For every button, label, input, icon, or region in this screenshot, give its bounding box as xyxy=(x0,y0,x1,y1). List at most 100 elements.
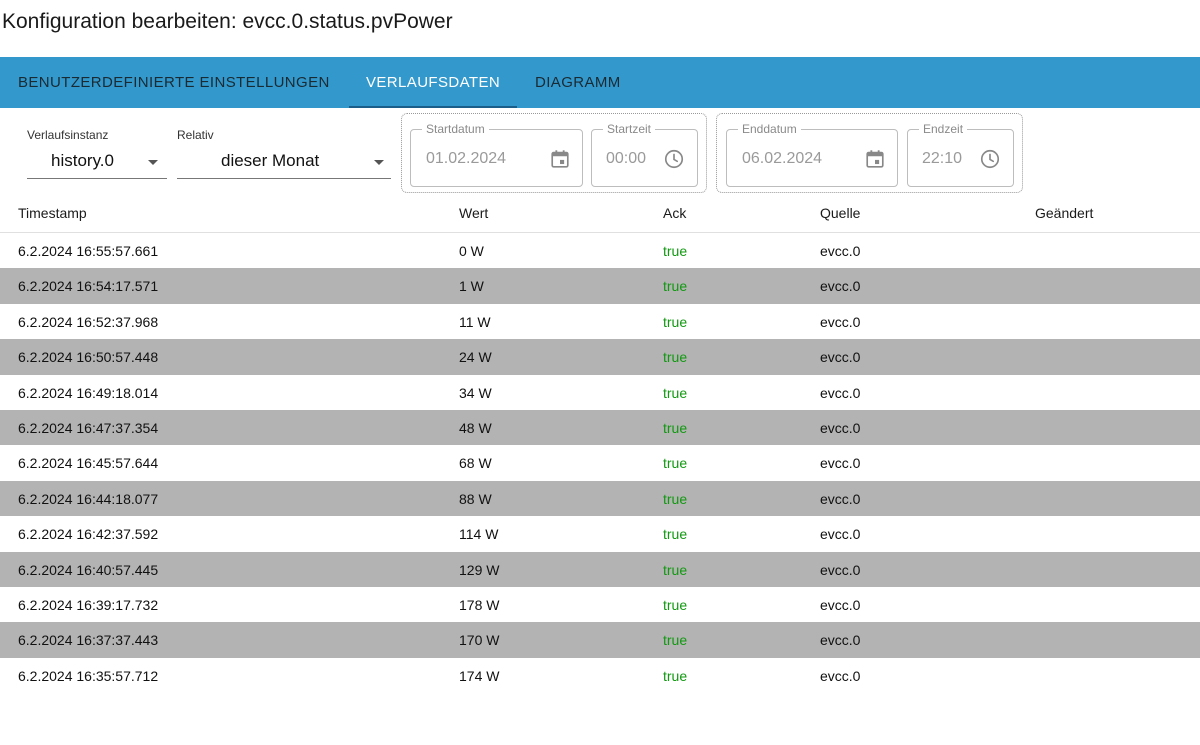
end-date-field[interactable]: Enddatum 06.02.2024 xyxy=(726,122,898,187)
cell-source: evcc.0 xyxy=(820,243,861,259)
cell-value: 11 W xyxy=(459,313,491,330)
end-range-group: Enddatum 06.02.2024 Endzeit 22:10 xyxy=(716,113,1023,193)
dropdown-arrow-icon xyxy=(148,160,158,165)
instance-select-label: Verlaufsinstanz xyxy=(27,128,109,142)
cell-timestamp: 6.2.2024 16:42:37.592 xyxy=(18,526,159,543)
cell-value: 129 W xyxy=(459,561,500,578)
start-range-group: Startdatum 01.02.2024 Startzeit 00:00 xyxy=(401,113,707,193)
cell-timestamp: 6.2.2024 16:52:37.968 xyxy=(18,313,159,330)
calendar-icon[interactable] xyxy=(864,148,886,170)
cell-value: 1 W xyxy=(459,278,484,295)
table-row[interactable]: 6.2.2024 16:54:17.571 1 W true evcc.0 xyxy=(0,268,1200,304)
table-row[interactable]: 6.2.2024 16:45:57.644 68 W true evcc.0 xyxy=(0,445,1200,480)
cell-ack: true xyxy=(663,490,688,507)
end-date-label: Enddatum xyxy=(738,122,801,136)
cell-timestamp: 6.2.2024 16:49:18.014 xyxy=(18,384,159,401)
cell-value: 68 W xyxy=(459,455,492,472)
cell-source: evcc.0 xyxy=(820,596,861,613)
dropdown-arrow-icon xyxy=(374,160,384,165)
relative-select-label: Relativ xyxy=(177,128,214,142)
cell-source: evcc.0 xyxy=(820,455,861,472)
table-row[interactable]: 6.2.2024 16:42:37.592 114 W true evcc.0 xyxy=(0,516,1200,551)
cell-value: 24 W xyxy=(459,349,492,366)
cell-ack: true xyxy=(663,278,688,295)
cell-ack: true xyxy=(663,667,688,684)
instance-select-underline xyxy=(27,178,167,179)
column-header-source[interactable]: Quelle xyxy=(820,205,860,221)
cell-timestamp: 6.2.2024 16:35:57.712 xyxy=(18,667,159,684)
cell-timestamp: 6.2.2024 16:44:18.077 xyxy=(18,490,159,507)
cell-timestamp: 6.2.2024 16:47:37.354 xyxy=(18,419,159,436)
dialog-title: Konfiguration bearbeiten: evcc.0.status.… xyxy=(2,10,453,33)
cell-source: evcc.0 xyxy=(820,419,861,436)
end-date-value: 06.02.2024 xyxy=(742,150,823,167)
start-time-value: 00:00 xyxy=(606,150,646,167)
instance-select[interactable]: Verlaufsinstanz history.0 xyxy=(27,126,167,180)
table-row[interactable]: 6.2.2024 16:44:18.077 88 W true evcc.0 xyxy=(0,480,1200,517)
cell-source: evcc.0 xyxy=(820,667,861,684)
cell-value: 88 W xyxy=(459,490,492,507)
table-header: Timestamp Wert Ack Quelle Geändert xyxy=(0,194,1200,233)
tab-history-data[interactable]: VERLAUFSDATEN xyxy=(348,57,518,108)
end-time-label: Endzeit xyxy=(919,122,968,136)
table-row[interactable]: 6.2.2024 16:39:17.732 178 W true evcc.0 xyxy=(0,587,1200,622)
tab-custom-settings[interactable]: BENUTZERDEFINIERTE EINSTELLUNGEN xyxy=(18,57,330,108)
cell-timestamp: 6.2.2024 16:37:37.443 xyxy=(18,632,159,649)
table-row[interactable]: 6.2.2024 16:49:18.014 34 W true evcc.0 xyxy=(0,375,1200,410)
cell-ack: true xyxy=(663,419,688,436)
start-date-field[interactable]: Startdatum 01.02.2024 xyxy=(410,122,583,187)
cell-timestamp: 6.2.2024 16:54:17.571 xyxy=(18,278,159,295)
start-time-label: Startzeit xyxy=(603,122,656,136)
cell-source: evcc.0 xyxy=(820,526,861,543)
cell-value: 174 W xyxy=(459,667,500,684)
table-body: 6.2.2024 16:55:57.661 0 W true evcc.0 6.… xyxy=(0,233,1200,693)
tab-chart[interactable]: DIAGRAMM xyxy=(535,57,621,108)
table-row[interactable]: 6.2.2024 16:50:57.448 24 W true evcc.0 xyxy=(0,339,1200,375)
cell-value: 48 W xyxy=(459,419,492,436)
tab-bar: BENUTZERDEFINIERTE EINSTELLUNGEN VERLAUF… xyxy=(0,57,1200,108)
cell-ack: true xyxy=(663,632,688,649)
start-time-field[interactable]: Startzeit 00:00 xyxy=(591,122,698,187)
instance-select-value: history.0 xyxy=(51,151,114,170)
clock-icon[interactable] xyxy=(663,148,685,170)
cell-source: evcc.0 xyxy=(820,561,861,578)
end-time-field[interactable]: Endzeit 22:10 xyxy=(907,122,1014,187)
cell-value: 114 W xyxy=(459,526,499,543)
start-date-value: 01.02.2024 xyxy=(426,150,507,167)
cell-source: evcc.0 xyxy=(820,490,861,507)
cell-ack: true xyxy=(663,243,688,259)
cell-source: evcc.0 xyxy=(820,349,861,366)
cell-timestamp: 6.2.2024 16:45:57.644 xyxy=(18,455,159,472)
cell-ack: true xyxy=(663,596,688,613)
table-row[interactable]: 6.2.2024 16:55:57.661 0 W true evcc.0 xyxy=(0,233,1200,268)
cell-ack: true xyxy=(663,349,688,366)
end-time-value: 22:10 xyxy=(922,150,962,167)
cell-timestamp: 6.2.2024 16:39:17.732 xyxy=(18,596,159,613)
table-row[interactable]: 6.2.2024 16:35:57.712 174 W true evcc.0 xyxy=(0,658,1200,693)
cell-timestamp: 6.2.2024 16:50:57.448 xyxy=(18,349,159,366)
column-header-value[interactable]: Wert xyxy=(459,205,488,221)
cell-value: 0 W xyxy=(459,243,484,259)
column-header-timestamp[interactable]: Timestamp xyxy=(18,205,87,221)
table-row[interactable]: 6.2.2024 16:40:57.445 129 W true evcc.0 xyxy=(0,551,1200,587)
cell-value: 170 W xyxy=(459,632,500,649)
cell-ack: true xyxy=(663,384,688,401)
cell-ack: true xyxy=(663,561,688,578)
clock-icon[interactable] xyxy=(979,148,1001,170)
table-row[interactable]: 6.2.2024 16:52:37.968 11 W true evcc.0 xyxy=(0,304,1200,339)
table-row[interactable]: 6.2.2024 16:47:37.354 48 W true evcc.0 xyxy=(0,409,1200,446)
column-header-changed[interactable]: Geändert xyxy=(1035,205,1093,221)
dialog: Konfiguration bearbeiten: evcc.0.status.… xyxy=(0,0,1200,745)
cell-timestamp: 6.2.2024 16:55:57.661 xyxy=(18,243,159,259)
cell-ack: true xyxy=(663,313,688,330)
calendar-icon[interactable] xyxy=(549,148,571,170)
column-header-ack[interactable]: Ack xyxy=(663,205,686,221)
cell-source: evcc.0 xyxy=(820,278,861,295)
cell-value: 34 W xyxy=(459,384,492,401)
cell-ack: true xyxy=(663,455,688,472)
table-row[interactable]: 6.2.2024 16:37:37.443 170 W true evcc.0 xyxy=(0,622,1200,658)
cell-source: evcc.0 xyxy=(820,632,861,649)
relative-select[interactable]: Relativ dieser Monat xyxy=(177,126,391,180)
cell-source: evcc.0 xyxy=(820,384,861,401)
cell-source: evcc.0 xyxy=(820,313,861,330)
